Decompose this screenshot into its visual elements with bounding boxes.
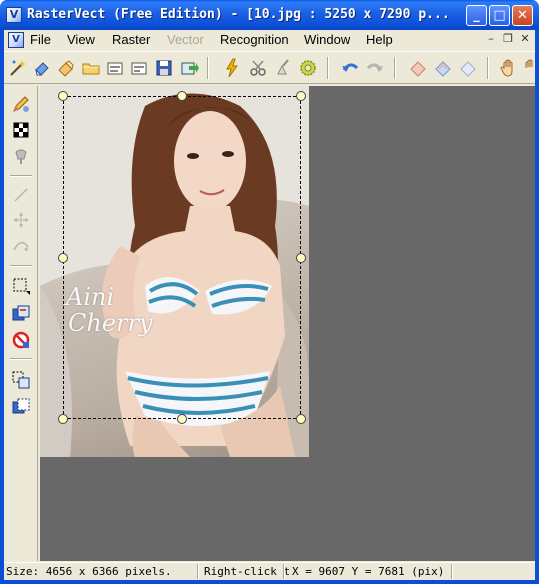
- toolbar-separator: [487, 57, 489, 79]
- toolbar-separator: [207, 57, 209, 79]
- main-toolbar: [4, 51, 535, 84]
- checker-pattern-icon[interactable]: [11, 120, 31, 140]
- scan-icon[interactable]: [105, 58, 125, 78]
- toolbar-separator: [394, 57, 396, 79]
- selection-handle-bottom-left[interactable]: [58, 414, 68, 424]
- menu-vector[interactable]: Vector: [167, 32, 204, 47]
- menu-bar: V File View Raster Vector Recognition Wi…: [4, 30, 535, 50]
- minimize-icon: _: [473, 8, 480, 23]
- cut-icon[interactable]: [248, 58, 268, 78]
- vectorize-icon[interactable]: [222, 58, 242, 78]
- selection-handle-top-right[interactable]: [296, 91, 306, 101]
- status-image-size: Size: 4656 x 6366 pixels.: [6, 565, 172, 578]
- hand-pan-2-icon[interactable]: [521, 58, 539, 78]
- move-icon[interactable]: [11, 210, 31, 230]
- maximize-button[interactable]: □: [489, 5, 510, 26]
- bezier-icon[interactable]: [11, 235, 31, 255]
- open-raster-icon[interactable]: [56, 58, 76, 78]
- selection-handle-top[interactable]: [177, 91, 187, 101]
- menu-window[interactable]: Window: [304, 32, 350, 47]
- selection-handle-bottom[interactable]: [177, 414, 187, 424]
- redo-icon[interactable]: [365, 58, 385, 78]
- clear-icon[interactable]: [273, 58, 293, 78]
- menu-raster[interactable]: Raster: [112, 32, 150, 47]
- tool-palette: [4, 86, 38, 561]
- toolbar-separator: [327, 57, 329, 79]
- hand-pan-icon[interactable]: [499, 58, 519, 78]
- menu-file[interactable]: File: [30, 32, 51, 47]
- eraser-pink-icon[interactable]: [408, 58, 428, 78]
- copy-layer-icon[interactable]: [11, 304, 31, 324]
- menu-recognition[interactable]: Recognition: [220, 32, 289, 47]
- palette-separator: [10, 358, 32, 360]
- selection-handle-left[interactable]: [58, 253, 68, 263]
- rastervect-icon[interactable]: V: [6, 7, 22, 23]
- status-divider: [283, 564, 285, 579]
- pencil-brush-icon[interactable]: [11, 94, 31, 114]
- undo-icon[interactable]: [340, 58, 360, 78]
- selection-handle-right[interactable]: [296, 253, 306, 263]
- close-icon: ✕: [517, 8, 528, 23]
- mdi-restore-button[interactable]: ❐: [501, 33, 515, 46]
- erase-icon[interactable]: [32, 58, 52, 78]
- canvas-workspace[interactable]: Aini Cherry: [40, 86, 535, 561]
- settings-gear-icon[interactable]: [298, 58, 318, 78]
- status-coordinates: X = 9607 Y = 7681 (pix): [292, 565, 445, 578]
- save-icon[interactable]: [154, 58, 174, 78]
- paste-select-icon[interactable]: [11, 397, 31, 417]
- copy-select-icon[interactable]: [11, 370, 31, 390]
- eraser-blue-icon[interactable]: [433, 58, 453, 78]
- status-hint: Right-click t: [204, 565, 291, 578]
- maximize-icon: □: [493, 8, 506, 23]
- open-folder-icon[interactable]: [81, 58, 101, 78]
- rect-select-icon[interactable]: [11, 276, 31, 296]
- no-entry-icon[interactable]: [11, 330, 31, 350]
- menu-help[interactable]: Help: [366, 32, 393, 47]
- scan-2-icon[interactable]: [129, 58, 149, 78]
- status-divider: [451, 564, 453, 579]
- selection-handle-bottom-right[interactable]: [296, 414, 306, 424]
- minimize-button[interactable]: _: [466, 5, 487, 26]
- palette-separator: [10, 265, 32, 267]
- export-icon[interactable]: [179, 58, 199, 78]
- magic-wand-icon[interactable]: [8, 58, 28, 78]
- close-button[interactable]: ✕: [512, 5, 533, 26]
- palette-separator: [10, 175, 32, 177]
- selection-handle-top-left[interactable]: [58, 91, 68, 101]
- mdi-close-button[interactable]: ✕: [518, 33, 532, 46]
- line-icon[interactable]: [11, 185, 31, 205]
- title-bar[interactable]: V RasterVect (Free Edition) - [10.jpg : …: [0, 0, 539, 30]
- document-icon[interactable]: V: [8, 32, 24, 48]
- window-title: RasterVect (Free Edition) - [10.jpg : 52…: [27, 7, 450, 22]
- mdi-minimize-button[interactable]: –: [484, 33, 498, 46]
- selection-rectangle[interactable]: [63, 96, 301, 419]
- eraser-light-icon[interactable]: [458, 58, 478, 78]
- menu-view[interactable]: View: [67, 32, 95, 47]
- fill-bucket-icon[interactable]: [11, 146, 31, 166]
- status-divider: [197, 564, 199, 579]
- status-bar: Size: 4656 x 6366 pixels. Right-click t …: [4, 562, 535, 580]
